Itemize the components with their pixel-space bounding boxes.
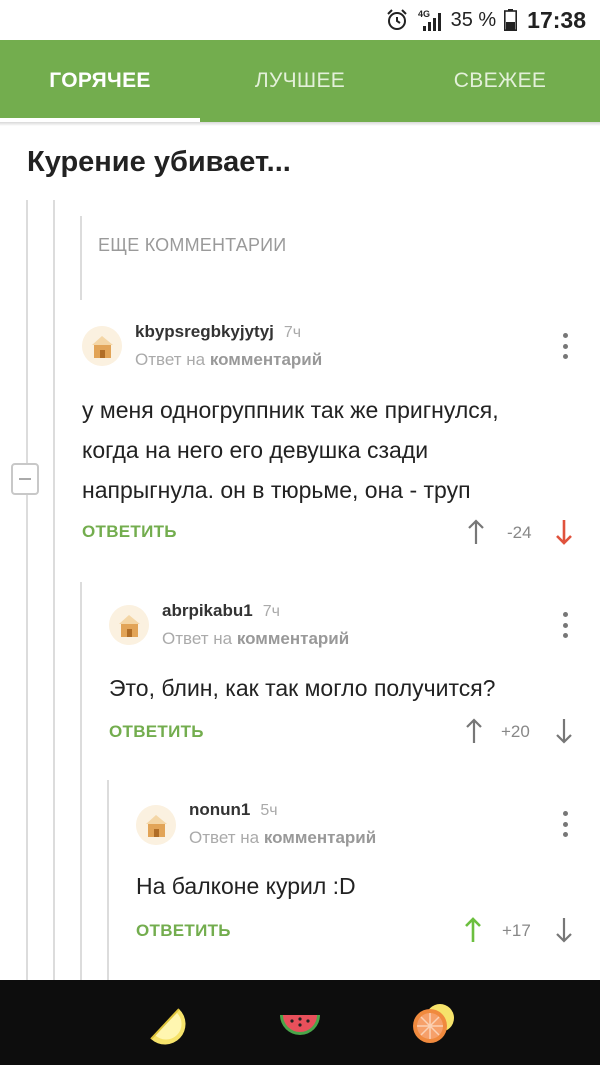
reply-button[interactable]: ОТВЕТИТЬ xyxy=(82,522,177,542)
reply-target[interactable]: комментарий xyxy=(264,828,376,847)
comment-line: напрыгнула. он в тюрьме, она - труп xyxy=(82,477,471,503)
thread-line xyxy=(26,200,28,980)
comment-rating: +20 xyxy=(501,722,530,741)
alarm-clock-icon xyxy=(386,9,407,30)
tabbar-shadow xyxy=(0,122,600,126)
downvote-arrow-icon[interactable] xyxy=(554,718,574,744)
avatar[interactable] xyxy=(82,326,122,366)
post-title[interactable]: Курение убивает... xyxy=(27,146,291,179)
comment-time: 7ч xyxy=(283,324,302,341)
comment-text: Это, блин, как так могло получится? xyxy=(109,668,579,708)
tab-best[interactable]: ЛУЧШЕЕ xyxy=(200,40,400,122)
reply-target[interactable]: комментарий xyxy=(237,629,349,648)
thread-line xyxy=(53,200,55,980)
comment-text: На балконе курил :D xyxy=(136,866,576,906)
downvote-arrow-icon[interactable] xyxy=(554,519,574,545)
reply-button[interactable]: ОТВЕТИТЬ xyxy=(136,921,231,941)
upvote-arrow-icon[interactable] xyxy=(466,519,486,545)
reply-to[interactable]: Ответ на комментарий xyxy=(135,350,322,370)
author-name[interactable]: kbypsregbkyjytyj xyxy=(135,322,274,341)
thread-line xyxy=(107,780,109,980)
comment-text: у меня одногруппник так же пригнулся, ко… xyxy=(82,390,582,510)
battery-icon xyxy=(504,9,518,31)
comment-rating: +17 xyxy=(502,921,531,940)
more-options-icon[interactable] xyxy=(560,612,570,638)
reply-button[interactable]: ОТВЕТИТЬ xyxy=(109,722,204,742)
comment-line: у меня одногруппник так же пригнулся, xyxy=(82,397,499,423)
grapefruit-icon[interactable] xyxy=(411,1001,455,1045)
lemon-icon[interactable] xyxy=(145,1001,189,1045)
reply-prefix: Ответ на xyxy=(162,629,233,648)
downvote-arrow-icon[interactable] xyxy=(554,917,574,943)
comment-line: Это, блин, как так могло получится? xyxy=(109,675,496,701)
reply-to[interactable]: Ответ на комментарий xyxy=(162,629,349,649)
more-options-icon[interactable] xyxy=(560,333,570,359)
upvote-arrow-icon[interactable] xyxy=(464,718,484,744)
reply-to[interactable]: Ответ на комментарий xyxy=(189,828,376,848)
comment-author[interactable]: kbypsregbkyjytyj 7ч xyxy=(135,322,301,342)
comment-time: 5ч xyxy=(260,802,278,819)
svg-text:4G: 4G xyxy=(418,9,430,19)
minus-icon xyxy=(19,478,31,480)
battery-percent: 35 % xyxy=(450,8,497,31)
comment-line: На балконе курил :D xyxy=(136,873,356,899)
comment-line: когда на него его девушка сзади xyxy=(82,437,429,463)
reply-prefix: Ответ на xyxy=(189,828,260,847)
comment-rating: -24 xyxy=(507,523,532,542)
signal-icon: 4G xyxy=(418,9,441,31)
comment-author[interactable]: abrpikabu1 7ч xyxy=(162,601,280,621)
watermelon-icon[interactable] xyxy=(278,1001,322,1045)
comment-time: 7ч xyxy=(262,603,280,620)
avatar[interactable] xyxy=(136,805,176,845)
upvote-arrow-icon[interactable] xyxy=(463,917,483,943)
reply-prefix: Ответ на xyxy=(135,350,206,369)
status-bar: 4G 35 % 17:38 xyxy=(0,0,600,40)
more-comments-link[interactable]: ЕЩЕ КОММЕНТАРИИ xyxy=(98,235,286,256)
collapse-thread-button[interactable] xyxy=(11,463,39,495)
tab-hot[interactable]: ГОРЯЧЕЕ xyxy=(0,40,200,122)
more-options-icon[interactable] xyxy=(560,811,570,837)
bottom-navigation xyxy=(0,980,600,1065)
avatar[interactable] xyxy=(109,605,149,645)
author-name[interactable]: nonun1 xyxy=(189,800,250,819)
tab-bar: ГОРЯЧЕЕ ЛУЧШЕЕ СВЕЖЕЕ xyxy=(0,40,600,122)
reply-target[interactable]: комментарий xyxy=(210,350,322,369)
thread-line xyxy=(80,216,82,300)
clock: 17:38 xyxy=(527,6,586,33)
thread-line xyxy=(80,582,82,980)
comment-author[interactable]: nonun1 5ч xyxy=(189,800,278,820)
author-name[interactable]: abrpikabu1 xyxy=(162,601,253,620)
tab-fresh[interactable]: СВЕЖЕЕ xyxy=(400,40,600,122)
